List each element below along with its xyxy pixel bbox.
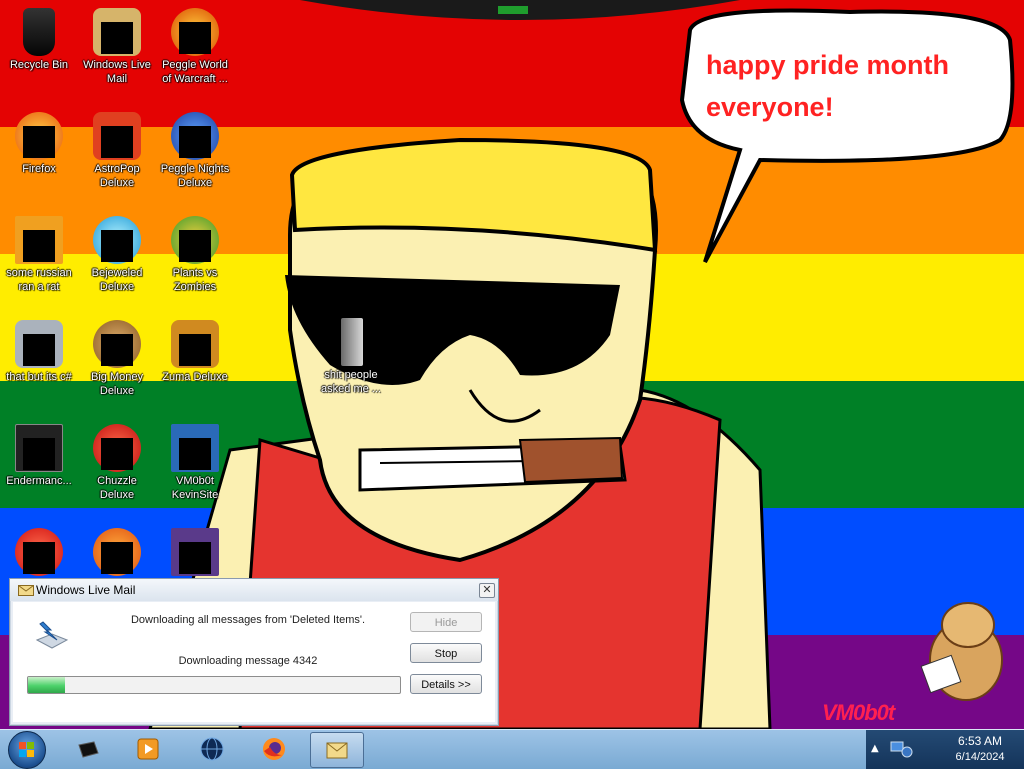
zuma-icon	[171, 320, 219, 368]
peggle-wow-icon	[171, 8, 219, 56]
desktop-icon-peggle-wow[interactable]: Peggle World of Warcraft ...	[156, 8, 234, 86]
firefox-icon	[15, 112, 63, 160]
details-button[interactable]: Details >>	[410, 674, 482, 694]
website-icon	[171, 424, 219, 472]
desktop-icon-label: Big Money Deluxe	[91, 371, 143, 397]
taskbar-media-player[interactable]	[122, 732, 174, 766]
desktop-icon-label: Recycle Bin	[9, 59, 69, 71]
desktop-icon-zuma[interactable]: Zuma Deluxe	[156, 320, 234, 384]
folder-icon	[15, 320, 63, 368]
desktop-icon-row6-b[interactable]	[78, 528, 156, 576]
dialog-title: Windows Live Mail	[36, 583, 136, 597]
bejeweled-icon	[93, 216, 141, 264]
desktop-icon-label: Peggle World of Warcraft ...	[162, 59, 228, 85]
system-tray: ▲ 6:53 AM 6/14/2024	[866, 730, 1024, 769]
desktop-icon-plants-vs-zombies[interactable]: Plants vs Zombies	[156, 216, 234, 294]
dialog-titlebar[interactable]: Windows Live Mail ✕	[10, 579, 498, 601]
taskbar: ▲ 6:53 AM 6/14/2024	[0, 729, 1024, 769]
globe-icon	[200, 737, 224, 761]
desktop-icon-chuzzle[interactable]: Chuzzle Deluxe	[78, 424, 156, 502]
desktop-icon-peggle-nights[interactable]: Peggle Nights Deluxe	[156, 112, 234, 190]
taskbar-globe[interactable]	[186, 732, 238, 766]
file-icon	[327, 318, 375, 366]
windows-logo-icon	[19, 742, 34, 757]
artist-signature: VM0b0t	[822, 700, 895, 725]
windows-live-mail-icon	[93, 8, 141, 56]
desktop-icon-label: that but its c#	[6, 371, 72, 383]
progress-fill	[28, 677, 66, 693]
speech-bubble-text: happy pride month everyone!	[706, 50, 949, 122]
astropop-icon	[93, 112, 141, 160]
desktop-icon-label: Plants vs Zombies	[172, 267, 218, 293]
show-hidden-icons-button[interactable]: ▲	[871, 743, 879, 754]
close-button[interactable]: ✕	[479, 583, 495, 598]
desktop-icon-astropop[interactable]: AstroPop Deluxe	[78, 112, 156, 190]
taskbar-windows-live-mail[interactable]	[310, 732, 364, 768]
plants-vs-zombies-icon	[171, 216, 219, 264]
download-progress-bar	[27, 676, 401, 694]
desktop-icon-label: Windows Live Mail	[83, 59, 151, 85]
desktop-icon-row6-c[interactable]	[156, 528, 234, 576]
desktop-icon-label: VM0b0t KevinSite	[171, 475, 219, 501]
firefox-icon	[263, 738, 285, 760]
desktop-icon-label: some russian ran a rat	[6, 267, 72, 293]
download-arrow-icon	[35, 621, 69, 649]
desktop-icon-label: Chuzzle Deluxe	[97, 475, 137, 501]
network-icon[interactable]	[888, 736, 914, 762]
mail-envelope-icon	[18, 585, 34, 596]
app-icon	[15, 528, 63, 576]
desktop-icon-shit-people-asked-me[interactable]: shit people asked me ...	[312, 318, 390, 396]
download-progress-dialog: Windows Live Mail ✕ Downloading all mess…	[9, 578, 499, 726]
hide-button[interactable]: Hide	[410, 612, 482, 632]
media-center-icon	[78, 741, 99, 758]
stop-button[interactable]: Stop	[410, 643, 482, 663]
progress-message: Downloading message 4342	[178, 655, 318, 667]
desktop-icon-firefox[interactable]: Firefox	[0, 112, 78, 176]
desktop-icon-recycle-bin[interactable]: Recycle Bin	[0, 8, 78, 72]
desktop-icon-that-but-its-csharp[interactable]: that but its c#	[0, 320, 78, 384]
desktop-icon-rat[interactable]: some russian ran a rat	[0, 216, 78, 294]
terminal-icon	[15, 424, 63, 472]
desktop-icon-label: shit people asked me ...	[321, 369, 381, 395]
desktop-icon-endermanch[interactable]: Endermanc...	[0, 424, 78, 488]
desktop-icon-label: Bejeweled Deluxe	[91, 267, 143, 293]
desktop-icon-big-money[interactable]: Big Money Deluxe	[78, 320, 156, 398]
app-icon	[171, 528, 219, 576]
app-icon	[93, 528, 141, 576]
desktop-icon-label: Peggle Nights Deluxe	[160, 163, 230, 189]
desktop-icon-windows-live-mail[interactable]: Windows Live Mail	[78, 8, 156, 86]
desktop-icon-bejeweled[interactable]: Bejeweled Deluxe	[78, 216, 156, 294]
big-money-icon	[93, 320, 141, 368]
recycle-bin-icon	[15, 8, 63, 56]
rat-icon	[15, 216, 63, 264]
windows-live-mail-icon	[326, 742, 348, 759]
clock-date[interactable]: 6/14/2024	[939, 751, 1021, 763]
desktop-icon-label: Zuma Deluxe	[162, 371, 228, 383]
desktop-icon-row6-a[interactable]	[0, 528, 78, 576]
status-message: Downloading all messages from 'Deleted I…	[130, 614, 366, 626]
peggle-nights-icon	[171, 112, 219, 160]
chuzzle-icon	[93, 424, 141, 472]
desktop-icon-label: AstroPop Deluxe	[94, 163, 140, 189]
start-button[interactable]	[8, 731, 46, 769]
desktop-icon-label: Endermanc...	[6, 475, 72, 487]
media-player-icon	[137, 738, 159, 760]
taskbar-firefox[interactable]	[248, 732, 300, 766]
desktop-icon-label: Firefox	[22, 163, 56, 175]
taskbar-media-center[interactable]	[62, 732, 114, 766]
clock-time[interactable]: 6:53 AM	[939, 734, 1021, 748]
desktop-icon-vm0b0t-kevinsite[interactable]: VM0b0t KevinSite	[156, 424, 234, 502]
dialog-body: Downloading all messages from 'Deleted I…	[13, 602, 495, 722]
